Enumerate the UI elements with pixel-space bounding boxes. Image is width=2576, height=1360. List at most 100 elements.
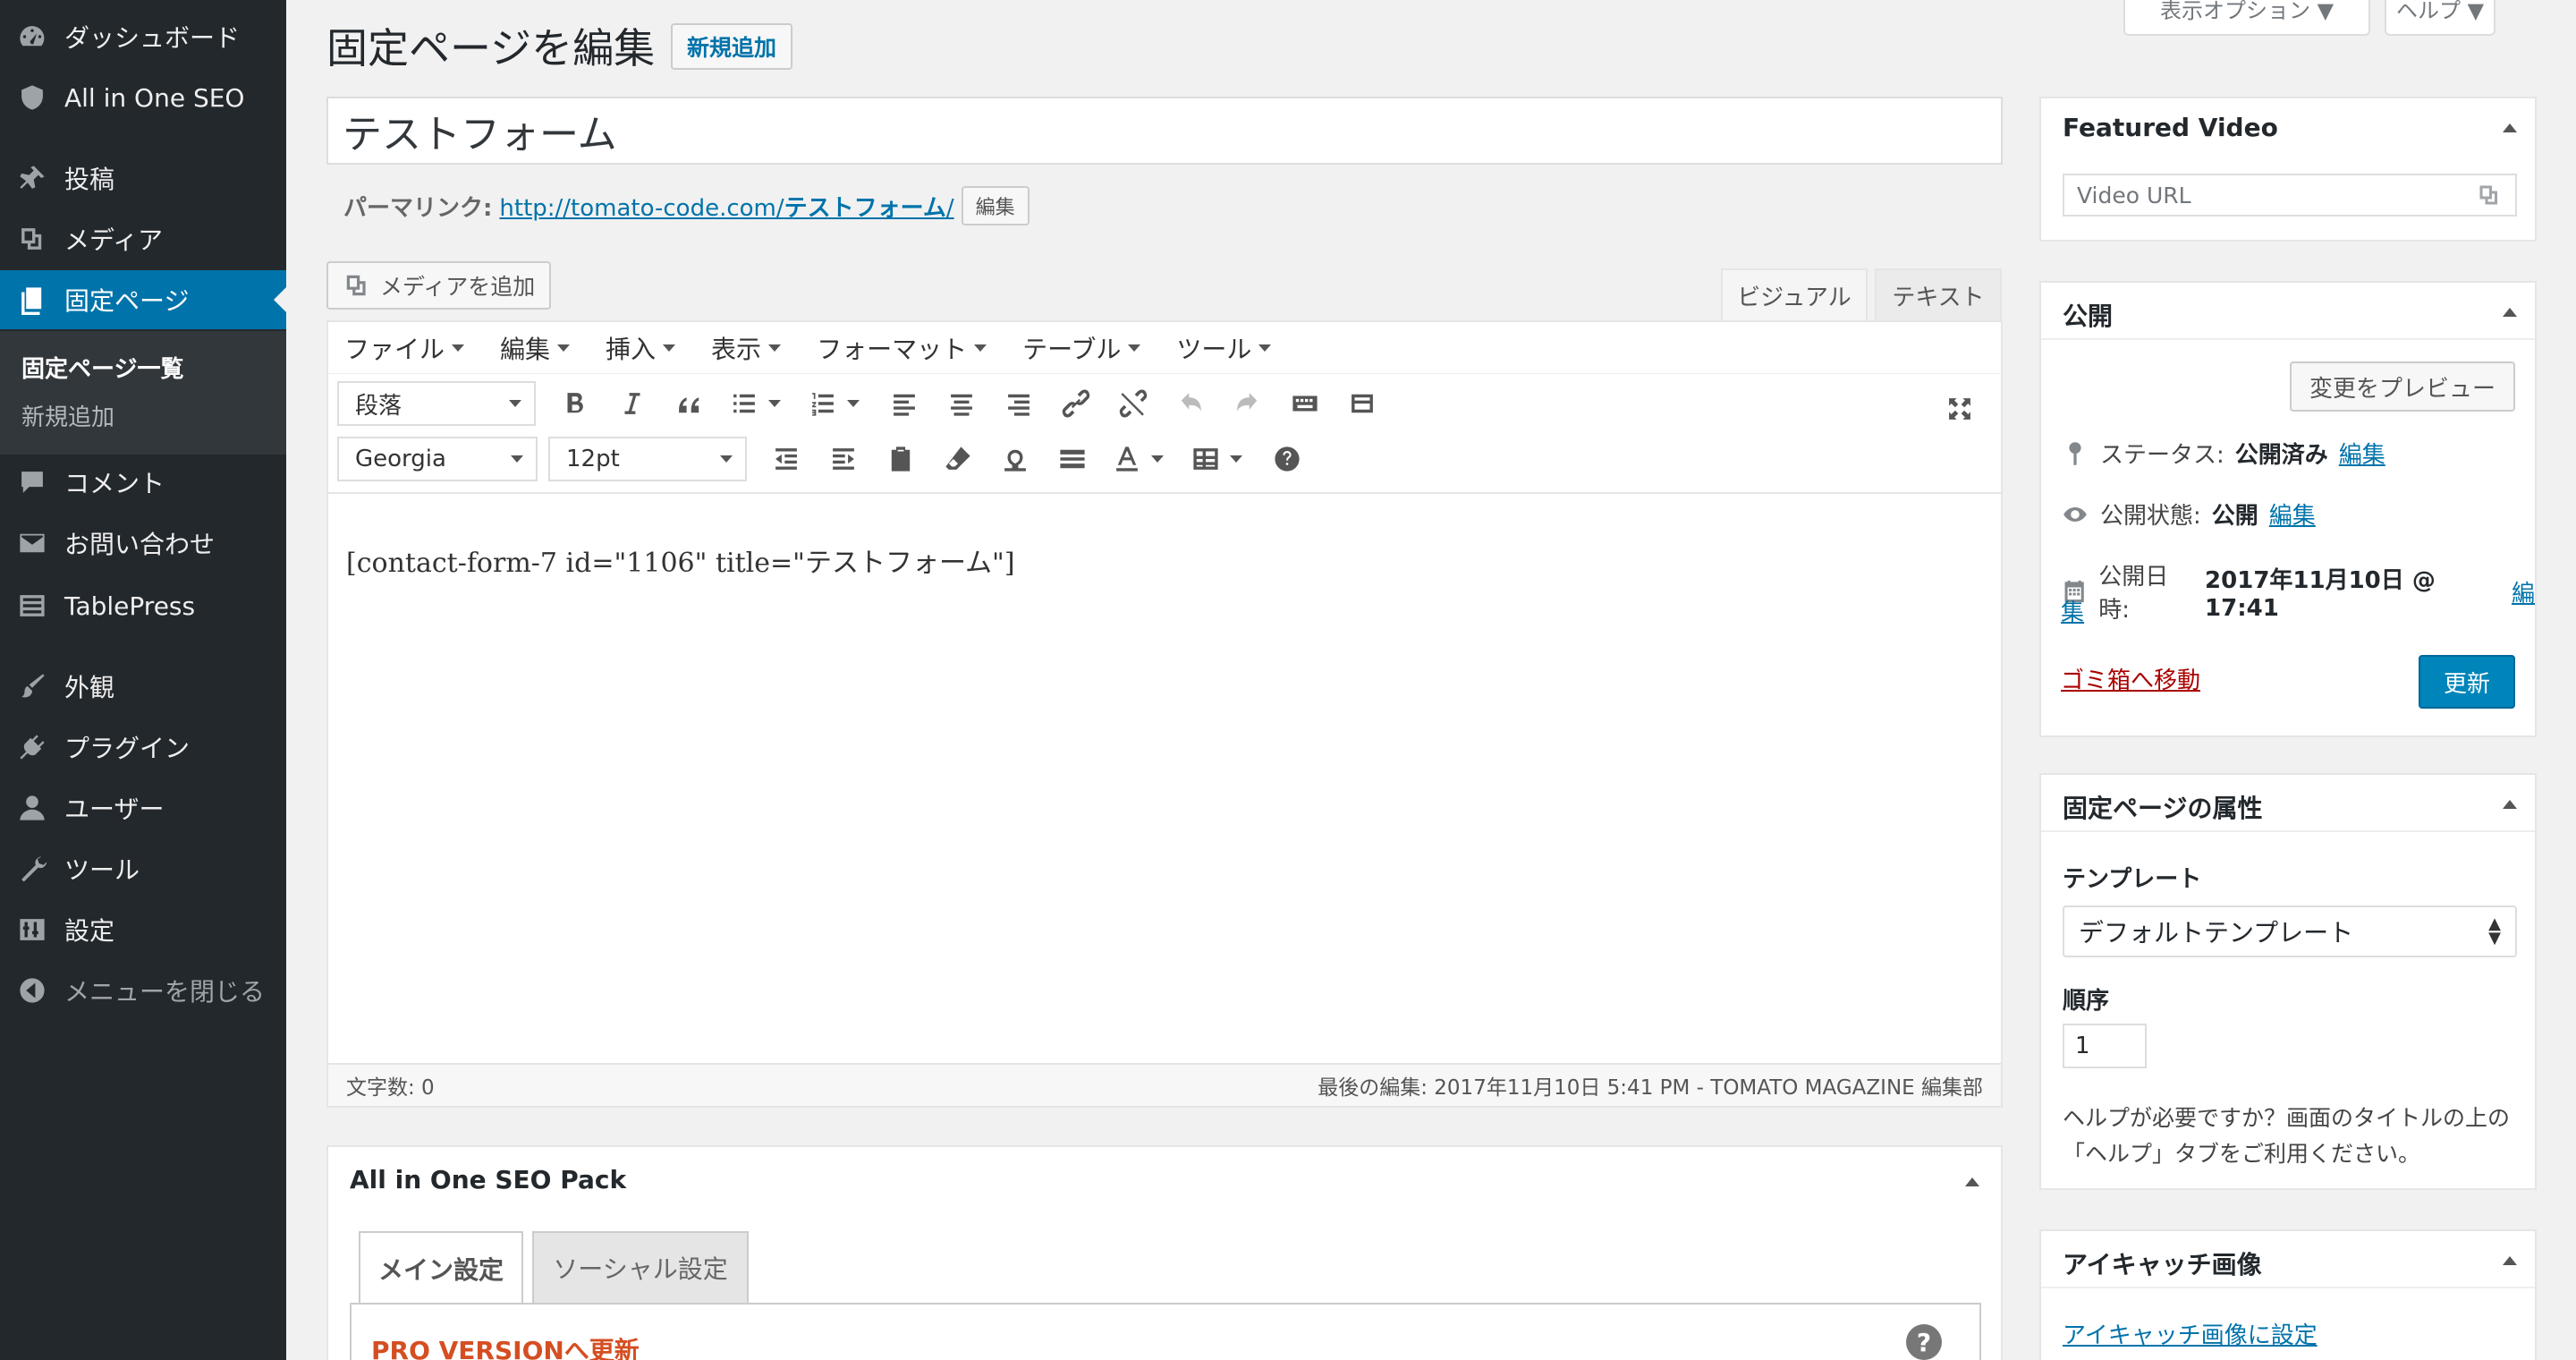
italic-button[interactable] [604, 381, 661, 426]
horizontal-line-button[interactable] [1044, 437, 1101, 481]
sidebar-item-users[interactable]: ユーザー [0, 778, 286, 837]
submenu-add-new[interactable]: 新規追加 [21, 399, 114, 432]
outdent-button[interactable] [758, 437, 815, 481]
paste-text-button[interactable] [872, 437, 929, 481]
sidebar-item-posts[interactable]: 投稿 [0, 149, 286, 208]
sidebar-item-contact[interactable]: お問い合わせ [0, 514, 286, 573]
sidebar-item-label: ツール [64, 855, 140, 885]
redo-button[interactable] [1219, 381, 1276, 426]
sidebar-item-media[interactable]: メディア [0, 209, 286, 268]
update-button[interactable]: 更新 [2418, 655, 2515, 709]
tab-text[interactable]: テキスト [1875, 268, 2002, 320]
permalink-link[interactable]: http://tomato-code.com/テストフォーム/ [499, 190, 953, 223]
quote-icon [679, 397, 699, 413]
menu-tools[interactable]: ツール [1176, 330, 1272, 366]
menu-label: ファイル [344, 334, 445, 364]
tab-social-settings[interactable]: ソーシャル設定 [532, 1231, 749, 1303]
align-center-button[interactable] [933, 381, 990, 426]
bullet-list-button[interactable] [718, 381, 797, 426]
bold-button[interactable] [547, 381, 604, 426]
chevron-down-icon [452, 344, 465, 352]
sidebar-item-tools[interactable]: ツール [0, 839, 286, 898]
menu-table[interactable]: テーブル [1022, 330, 1141, 366]
font-size-select[interactable]: 12pt [548, 437, 747, 481]
sidebar-item-appearance[interactable]: 外観 [0, 657, 286, 716]
sidebar-item-tablepress[interactable]: TablePress [0, 576, 286, 635]
bold-icon [567, 393, 583, 413]
sidebar-collapse-menu[interactable]: メニューを閉じる [0, 961, 286, 1020]
status-edit-link[interactable]: 編集 [2339, 437, 2385, 470]
collapse-arrow-icon[interactable] [2503, 1256, 2517, 1265]
tab-main-settings[interactable]: メイン設定 [359, 1231, 523, 1305]
indent-button[interactable] [815, 437, 872, 481]
submenu-all-pages[interactable]: 固定ページ一覧 [21, 351, 183, 384]
visibility-edit-link[interactable]: 編集 [2269, 497, 2316, 531]
user-icon [0, 793, 64, 823]
date-edit-link-wrap[interactable]: 集 [2061, 594, 2084, 627]
undo-button[interactable] [1162, 381, 1219, 426]
insert-link-button[interactable] [1047, 381, 1105, 426]
fullscreen-icon [1949, 398, 1970, 420]
align-right-button[interactable] [990, 381, 1047, 426]
sidebar-item-settings[interactable]: 設定 [0, 900, 286, 959]
dashboard-icon [0, 21, 64, 52]
chevron-down-icon [720, 455, 733, 463]
publish-date-row: 公開日時: 2017年11月10日 @ 17:41 編 [2061, 558, 2535, 625]
menu-view[interactable]: 表示 [711, 330, 782, 366]
menu-format[interactable]: フォーマット [817, 330, 987, 366]
menu-insert[interactable]: 挿入 [606, 330, 676, 366]
add-new-button[interactable]: 新規追加 [671, 23, 793, 70]
title-input[interactable] [326, 97, 2003, 165]
menu-label: 編集 [500, 334, 551, 364]
collapse-arrow-icon[interactable] [2503, 308, 2517, 317]
menu-edit[interactable]: 編集 [500, 330, 571, 366]
pro-version-link[interactable]: PRO VERSIONへ更新 [371, 1331, 640, 1360]
video-url-input[interactable]: Video URL [2063, 174, 2517, 217]
settings-icon [0, 914, 64, 945]
collapse-arrow-icon[interactable] [1965, 1177, 1979, 1186]
block-format-select[interactable]: 段落 [337, 381, 536, 426]
blockquote-button[interactable] [661, 381, 718, 426]
screen-options-tab[interactable]: 表示オプション ▼ [2123, 0, 2370, 36]
tab-visual[interactable]: ビジュアル [1721, 268, 1868, 320]
page-title: 固定ページを編集 [326, 24, 656, 72]
sidebar-item-plugins[interactable]: プラグイン [0, 718, 286, 777]
order-input[interactable]: 1 [2063, 1024, 2147, 1068]
menu-label: フォーマット [817, 334, 968, 364]
editor-status-bar: 文字数: 0 最後の編集: 2017年11月10日 5:41 PM - TOMA… [328, 1063, 2001, 1106]
add-media-button[interactable]: メディアを追加 [326, 261, 552, 310]
sidebar-item-dashboard[interactable]: ダッシュボード [0, 7, 286, 66]
keyboard-help-button[interactable] [1258, 437, 1316, 481]
read-more-button[interactable] [1276, 381, 1334, 426]
content-editor: ファイル 編集 挿入 表示 フォーマット テーブル ツール 段落 Georgia… [326, 320, 2003, 1108]
unlink-button[interactable] [1105, 381, 1162, 426]
move-to-trash-link[interactable]: ゴミ箱へ移動 [2061, 662, 2200, 695]
text-color-button[interactable] [1101, 437, 1180, 481]
sidebar-item-pages[interactable]: 固定ページ [0, 270, 286, 329]
keyboard-icon [1292, 395, 1318, 412]
collapse-arrow-icon[interactable] [2503, 123, 2517, 132]
menu-file[interactable]: ファイル [344, 330, 465, 366]
font-family-select[interactable]: Georgia [337, 437, 538, 481]
date-edit-link[interactable]: 編 [2512, 575, 2535, 608]
template-select[interactable]: デフォルトテンプレート ▲ ▼ [2063, 905, 2517, 957]
align-right-icon [1008, 394, 1030, 416]
media-icon [2479, 185, 2497, 205]
permalink-edit-button[interactable]: 編集 [961, 186, 1030, 225]
chevron-down-icon [511, 455, 523, 463]
editor-content-area[interactable]: [contact-form-7 id="1106" title="テストフォーム… [328, 492, 2001, 1065]
sidebar-item-comments[interactable]: コメント [0, 453, 286, 512]
table-button[interactable] [1180, 437, 1258, 481]
collapse-arrow-icon[interactable] [2503, 800, 2517, 809]
set-featured-image-link[interactable]: アイキャッチ画像に設定 [2063, 1317, 2318, 1350]
clear-format-button[interactable] [929, 437, 987, 481]
numbered-list-button[interactable] [797, 381, 876, 426]
align-left-button[interactable] [876, 381, 933, 426]
fullscreen-button[interactable] [1931, 387, 1988, 431]
special-char-button[interactable] [987, 437, 1044, 481]
help-icon[interactable]: ? [1906, 1324, 1942, 1360]
help-tab[interactable]: ヘルプ ▼ [2385, 0, 2496, 36]
preview-changes-button[interactable]: 変更をプレビュー [2289, 361, 2515, 412]
toolbar-toggle-button[interactable] [1334, 381, 1391, 426]
sidebar-item-aioseo[interactable]: All in One SEO [0, 68, 286, 127]
